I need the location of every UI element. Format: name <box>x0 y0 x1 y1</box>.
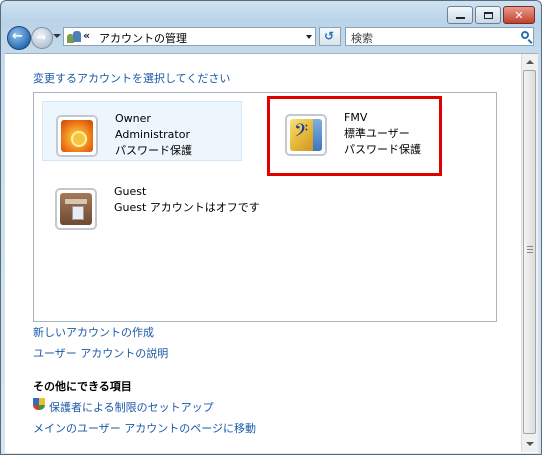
scroll-thumb[interactable] <box>523 70 536 434</box>
maximize-button[interactable] <box>475 6 501 24</box>
minimize-button[interactable] <box>447 6 473 24</box>
address-bar[interactable]: « アカウントの管理 <box>63 27 316 46</box>
briefcase-icon <box>72 206 84 220</box>
grip-icon <box>527 246 533 253</box>
account-tile-guest[interactable]: Guest Guest アカウントはオフです <box>42 175 260 235</box>
refresh-icon: ↺ <box>324 29 335 43</box>
search-box[interactable]: 検索 <box>345 27 534 46</box>
parental-controls-link[interactable]: 保護者による制限のセットアップ <box>49 399 214 415</box>
back-button[interactable]: ← <box>7 26 31 50</box>
account-name: Guest <box>114 185 147 198</box>
vertical-scrollbar[interactable] <box>521 54 538 452</box>
breadcrumb-current[interactable]: アカウントの管理 <box>99 30 187 46</box>
account-status: パスワード保護 <box>115 144 192 157</box>
forward-button[interactable]: → <box>31 27 53 49</box>
window: ✕ ← → « アカウントの管理 ↺ 検索 変更するアカウントを選択してください… <box>0 0 542 455</box>
account-type: Administrator <box>115 128 190 141</box>
recent-pages-dropdown-icon[interactable] <box>53 34 61 38</box>
maximize-icon <box>483 11 493 19</box>
account-status: Guest アカウントはオフです <box>114 201 260 214</box>
scroll-up-icon[interactable] <box>526 60 534 64</box>
scroll-down-icon[interactable] <box>526 442 534 446</box>
forward-arrow-icon: → <box>36 30 47 44</box>
account-guest-text: Guest Guest アカウントはオフです <box>114 184 260 216</box>
page-heading: 変更するアカウントを選択してください <box>33 72 231 85</box>
caption-buttons: ✕ <box>447 6 535 24</box>
shield-icon <box>33 398 45 412</box>
breadcrumb-chevron[interactable]: « <box>83 29 90 42</box>
main-user-accounts-link[interactable]: メインのユーザー アカウントのページに移動 <box>33 420 256 436</box>
flower-icon <box>71 131 87 147</box>
content-pane: 変更するアカウントを選択してください Owner Administrator パ… <box>5 53 538 453</box>
about-accounts-link[interactable]: ユーザー アカウントの説明 <box>33 345 168 361</box>
back-arrow-icon: ← <box>12 29 23 44</box>
navigation-bar: ← → « アカウントの管理 ↺ 検索 <box>1 25 541 50</box>
other-tasks-heading: その他にできる項目 <box>33 380 132 393</box>
refresh-button[interactable]: ↺ <box>319 27 341 46</box>
owner-picture <box>56 115 98 157</box>
close-icon: ✕ <box>514 8 524 22</box>
guest-picture <box>55 188 97 230</box>
address-dropdown-icon[interactable] <box>306 35 312 39</box>
user-accounts-icon <box>67 30 81 43</box>
account-tile-owner[interactable]: Owner Administrator パスワード保護 <box>42 101 242 161</box>
close-button[interactable]: ✕ <box>503 6 535 24</box>
search-icon[interactable] <box>521 31 529 39</box>
account-owner-text: Owner Administrator パスワード保護 <box>115 111 192 159</box>
account-name: Owner <box>115 112 151 125</box>
minimize-icon <box>455 17 465 19</box>
highlight-box <box>267 96 442 176</box>
create-account-link[interactable]: 新しいアカウントの作成 <box>33 324 154 340</box>
search-placeholder: 検索 <box>351 32 373 45</box>
